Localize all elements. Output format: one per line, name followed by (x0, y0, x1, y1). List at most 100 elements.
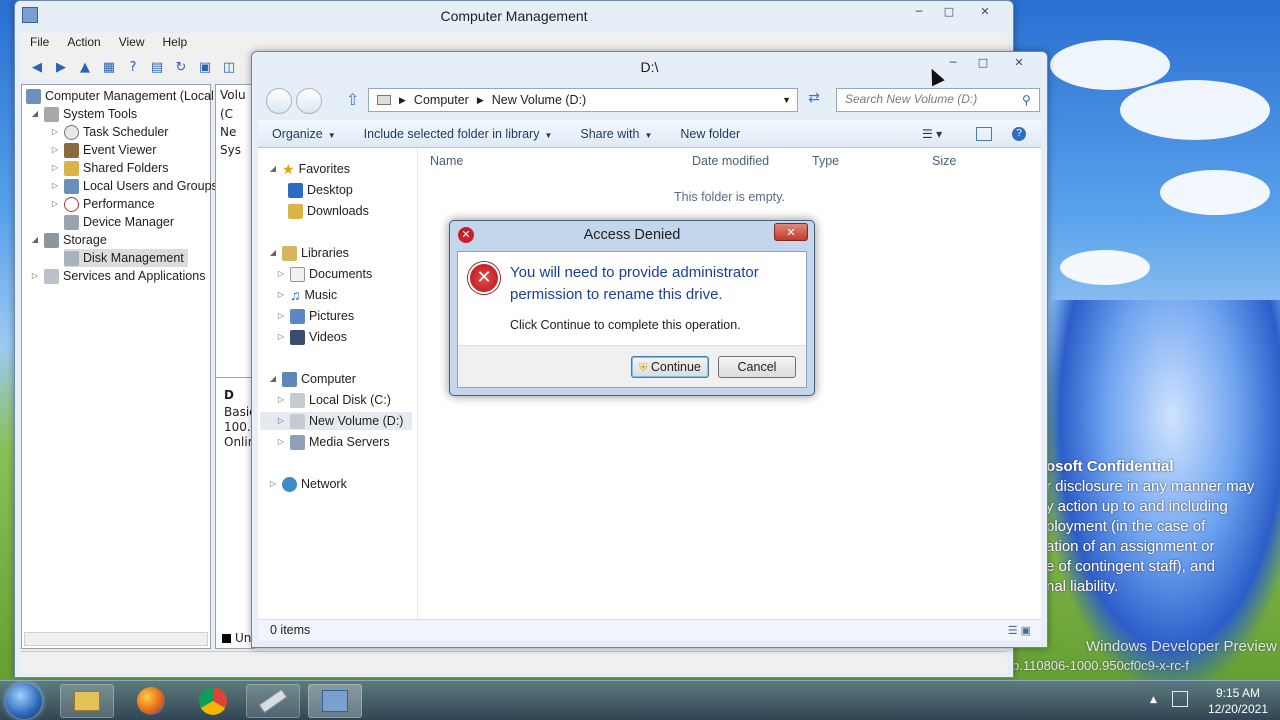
nav-documents[interactable]: ▷ Documents (276, 265, 372, 283)
taskbar-computer-management[interactable] (308, 684, 362, 718)
expand-arrow-icon[interactable]: ▷ (50, 177, 60, 195)
column-header-name[interactable]: Name (430, 154, 463, 168)
collapse-arrow-icon[interactable]: ◢ (268, 160, 278, 178)
tree-item-system-tools[interactable]: ◢ System Tools (30, 105, 137, 123)
menu-file[interactable]: File (21, 33, 58, 53)
back-arrow-icon[interactable]: ◀ (27, 57, 47, 77)
nav-videos[interactable]: ▷ Videos (276, 328, 347, 346)
nav-local-disk[interactable]: ▷ Local Disk (C:) (276, 391, 391, 409)
tree-item-storage[interactable]: ◢ Storage (30, 231, 107, 249)
expand-arrow-icon[interactable]: ▷ (276, 286, 286, 304)
expand-arrow-icon[interactable]: ▷ (30, 267, 40, 285)
nav-media-servers[interactable]: ▷ Media Servers (276, 433, 390, 451)
tree-item-event-viewer[interactable]: ▷ Event Viewer (50, 141, 156, 159)
menu-action[interactable]: Action (58, 33, 109, 53)
expand-arrow-icon[interactable]: ▷ (50, 123, 60, 141)
nav-desktop[interactable]: Desktop (288, 181, 353, 199)
collapse-arrow-icon[interactable]: ◢ (30, 105, 40, 123)
expand-arrow-icon[interactable]: ▷ (276, 391, 286, 409)
back-button[interactable] (266, 88, 292, 114)
view-options-icon[interactable]: ☰ ▾ (922, 127, 942, 141)
nav-new-volume[interactable]: ▷ New Volume (D:) (260, 412, 412, 430)
volume-row[interactable]: (C (220, 107, 233, 121)
export-icon[interactable]: ▣ (195, 57, 215, 77)
maximize-button[interactable]: □ (935, 4, 963, 22)
collapse-arrow-icon[interactable]: ◢ (268, 244, 278, 262)
breadcrumb-new-volume[interactable]: New Volume (D:) (492, 93, 586, 107)
nav-downloads[interactable]: Downloads (288, 202, 369, 220)
organize-button[interactable]: Organize ▼ (258, 127, 350, 141)
close-button[interactable]: ✕ (774, 223, 808, 241)
expand-arrow-icon[interactable]: ▷ (50, 195, 60, 213)
nav-libraries[interactable]: ◢ Libraries (268, 244, 349, 262)
preview-pane-icon[interactable] (976, 126, 992, 141)
nav-favorites[interactable]: ◢ ★ Favorites (268, 160, 350, 178)
refresh-icon[interactable]: ⇄ (804, 90, 824, 110)
tree-item-services[interactable]: ▷ Services and Applications (30, 267, 205, 285)
refresh-icon[interactable]: ↻ (171, 57, 191, 77)
tree-horizontal-scrollbar[interactable] (24, 632, 208, 646)
search-icon[interactable]: ⚲ (1022, 93, 1031, 107)
taskbar-chrome[interactable] (186, 684, 240, 718)
forward-button[interactable] (296, 88, 322, 114)
show-hide-tree-icon[interactable]: ▦ (99, 57, 119, 77)
minimize-button[interactable]: ─ (905, 4, 933, 22)
include-in-library-button[interactable]: Include selected folder in library ▼ (350, 127, 567, 141)
cancel-button[interactable]: Cancel (718, 356, 796, 378)
taskbar-clock[interactable]: 9:15 AM 12/20/2021 (1208, 685, 1268, 717)
expand-arrow-icon[interactable]: ▷ (276, 307, 286, 325)
volume-row[interactable]: Sys (220, 143, 241, 157)
tree-item-device-manager[interactable]: Device Manager (64, 213, 174, 231)
tree-item-disk-management[interactable]: Disk Management (64, 249, 188, 267)
taskbar-usb-app[interactable] (246, 684, 300, 718)
network-status-icon[interactable] (1172, 691, 1188, 707)
tree-item-local-users[interactable]: ▷ Local Users and Groups (50, 177, 218, 195)
minimize-button[interactable]: ─ (939, 55, 967, 73)
expand-arrow-icon[interactable]: ▷ (50, 159, 60, 177)
continue-button[interactable]: ⛨ Continue (631, 356, 709, 378)
breadcrumb-computer[interactable]: Computer (414, 93, 469, 107)
breadcrumb-separator-icon[interactable]: ▶ (399, 95, 406, 106)
address-dropdown-icon[interactable]: ▼ (782, 95, 791, 105)
expand-arrow-icon[interactable]: ▷ (276, 328, 286, 346)
tree-item-shared-folders[interactable]: ▷ Shared Folders (50, 159, 168, 177)
collapse-arrow-icon[interactable]: ◢ (268, 370, 278, 388)
column-header-type[interactable]: Type (812, 154, 839, 168)
close-button[interactable]: ✕ (999, 55, 1039, 73)
tree-item-root[interactable]: Computer Management (Local (26, 87, 214, 105)
properties-icon[interactable]: ▤ (147, 57, 167, 77)
folder-icon[interactable]: ◫ (219, 57, 239, 77)
volume-row[interactable]: Ne (220, 125, 236, 139)
collapse-arrow-icon[interactable]: ◢ (30, 231, 40, 249)
expand-arrow-icon[interactable]: ▷ (276, 412, 286, 430)
tree-item-task-scheduler[interactable]: ▷ Task Scheduler (50, 123, 168, 141)
menu-help[interactable]: Help (154, 33, 197, 53)
address-bar[interactable]: ▶ Computer ▶ New Volume (D:) ▼ (368, 88, 798, 112)
new-folder-button[interactable]: New folder (666, 127, 754, 141)
nav-computer[interactable]: ◢ Computer (268, 370, 356, 388)
nav-pictures[interactable]: ▷ Pictures (276, 307, 354, 325)
close-button[interactable]: ✕ (965, 4, 1005, 22)
up-folder-icon[interactable]: ▲ (75, 57, 95, 77)
column-header-volume[interactable]: Volu (220, 88, 246, 102)
show-hidden-icons[interactable]: ▲ (1150, 695, 1157, 705)
menu-view[interactable]: View (110, 33, 154, 53)
tree-item-performance[interactable]: ▷ Performance (50, 195, 155, 213)
taskbar-firefox[interactable] (124, 684, 178, 718)
nav-network[interactable]: ▷ Network (268, 475, 347, 493)
forward-arrow-icon[interactable]: ▶ (51, 57, 71, 77)
share-with-button[interactable]: Share with ▼ (566, 127, 666, 141)
expand-arrow-icon[interactable]: ▷ (50, 141, 60, 159)
help-icon[interactable]: ? (123, 57, 143, 77)
expand-arrow-icon[interactable]: ▷ (276, 433, 286, 451)
start-button[interactable] (6, 683, 42, 719)
expand-arrow-icon[interactable]: ▷ (268, 475, 278, 493)
breadcrumb-separator-icon[interactable]: ▶ (477, 95, 484, 106)
taskbar-explorer[interactable] (60, 684, 114, 718)
view-toggle-icons[interactable]: ☰ ▣ (1008, 624, 1031, 637)
help-icon[interactable]: ? (1012, 126, 1026, 141)
search-input[interactable]: Search New Volume (D:) (836, 88, 1040, 112)
column-header-date[interactable]: Date modified (692, 154, 769, 168)
expand-arrow-icon[interactable]: ▷ (276, 265, 286, 283)
nav-music[interactable]: ▷ ♫ Music (276, 286, 337, 304)
